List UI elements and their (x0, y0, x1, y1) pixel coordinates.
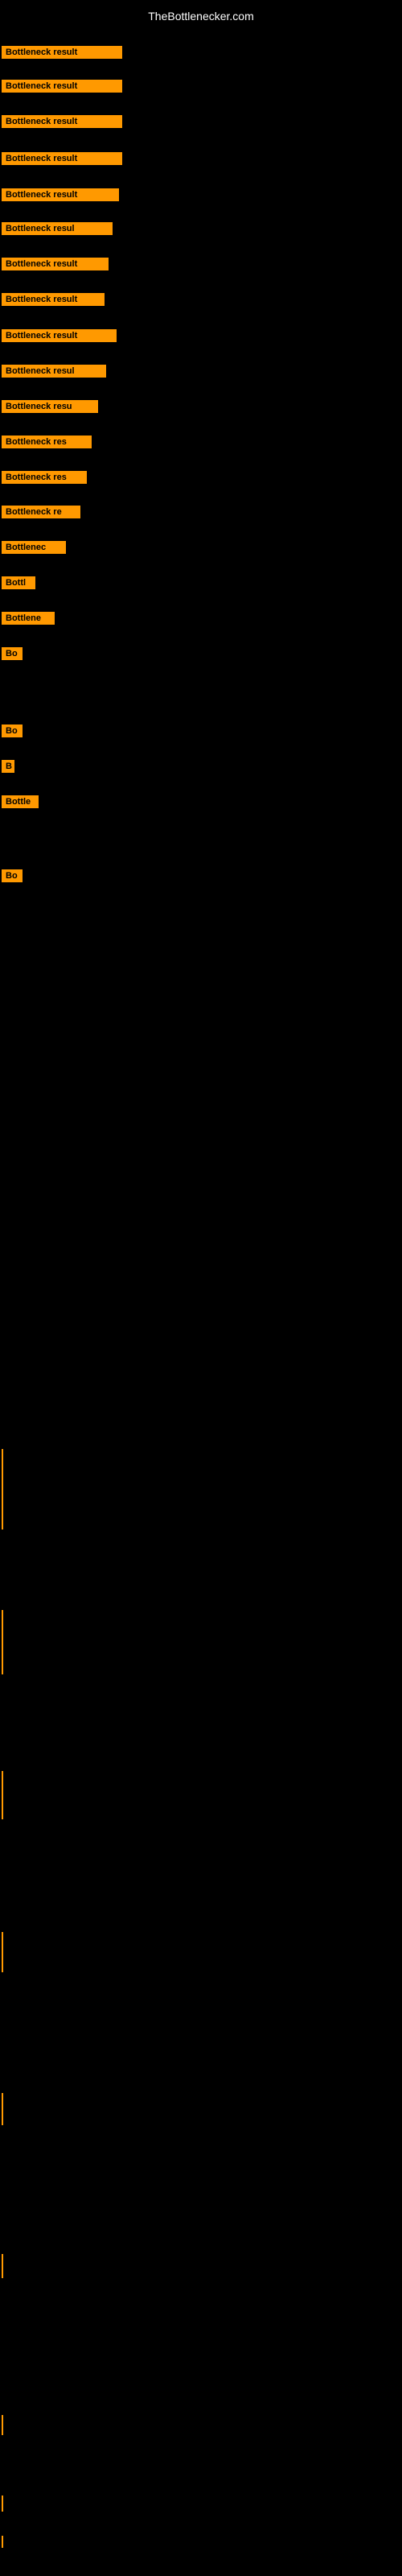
bottleneck-badge-21[interactable]: Bottle (2, 795, 39, 808)
bottleneck-badge-12[interactable]: Bottleneck res (2, 436, 92, 448)
bottleneck-badge-17[interactable]: Bottlene (2, 612, 55, 625)
vertical-line-6 (2, 2254, 3, 2278)
vertical-line-5 (2, 2093, 3, 2125)
bottleneck-badge-11[interactable]: Bottleneck resu (2, 400, 98, 413)
bottleneck-badge-20[interactable]: B (2, 760, 14, 773)
bottleneck-badge-10[interactable]: Bottleneck resul (2, 365, 106, 378)
vertical-line-1 (2, 1449, 3, 1530)
bottleneck-badge-2[interactable]: Bottleneck result (2, 80, 122, 93)
bottleneck-badge-5[interactable]: Bottleneck result (2, 188, 119, 201)
bottleneck-badge-19[interactable]: Bo (2, 724, 23, 737)
bottleneck-badge-14[interactable]: Bottleneck re (2, 506, 80, 518)
bottleneck-badge-1[interactable]: Bottleneck result (2, 46, 122, 59)
bottleneck-badge-4[interactable]: Bottleneck result (2, 152, 122, 165)
bottleneck-badge-8[interactable]: Bottleneck result (2, 293, 105, 306)
bottleneck-badge-6[interactable]: Bottleneck resul (2, 222, 113, 235)
vertical-line-4 (2, 1932, 3, 1972)
bottleneck-badge-7[interactable]: Bottleneck result (2, 258, 109, 270)
vertical-line-2 (2, 1610, 3, 1674)
vertical-line-3 (2, 1771, 3, 1819)
site-title: TheBottlenecker.com (0, 3, 402, 29)
bottleneck-badge-16[interactable]: Bottl (2, 576, 35, 589)
bottleneck-badge-3[interactable]: Bottleneck result (2, 115, 122, 128)
bottleneck-badge-18[interactable]: Bo (2, 647, 23, 660)
bottleneck-badge-15[interactable]: Bottlenec (2, 541, 66, 554)
bottleneck-badge-9[interactable]: Bottleneck result (2, 329, 117, 342)
vertical-line-7 (2, 2415, 3, 2435)
bottleneck-badge-22[interactable]: Bo (2, 869, 23, 882)
bottleneck-badge-13[interactable]: Bottleneck res (2, 471, 87, 484)
vertical-line-9 (2, 2536, 3, 2548)
vertical-line-8 (2, 2496, 3, 2512)
